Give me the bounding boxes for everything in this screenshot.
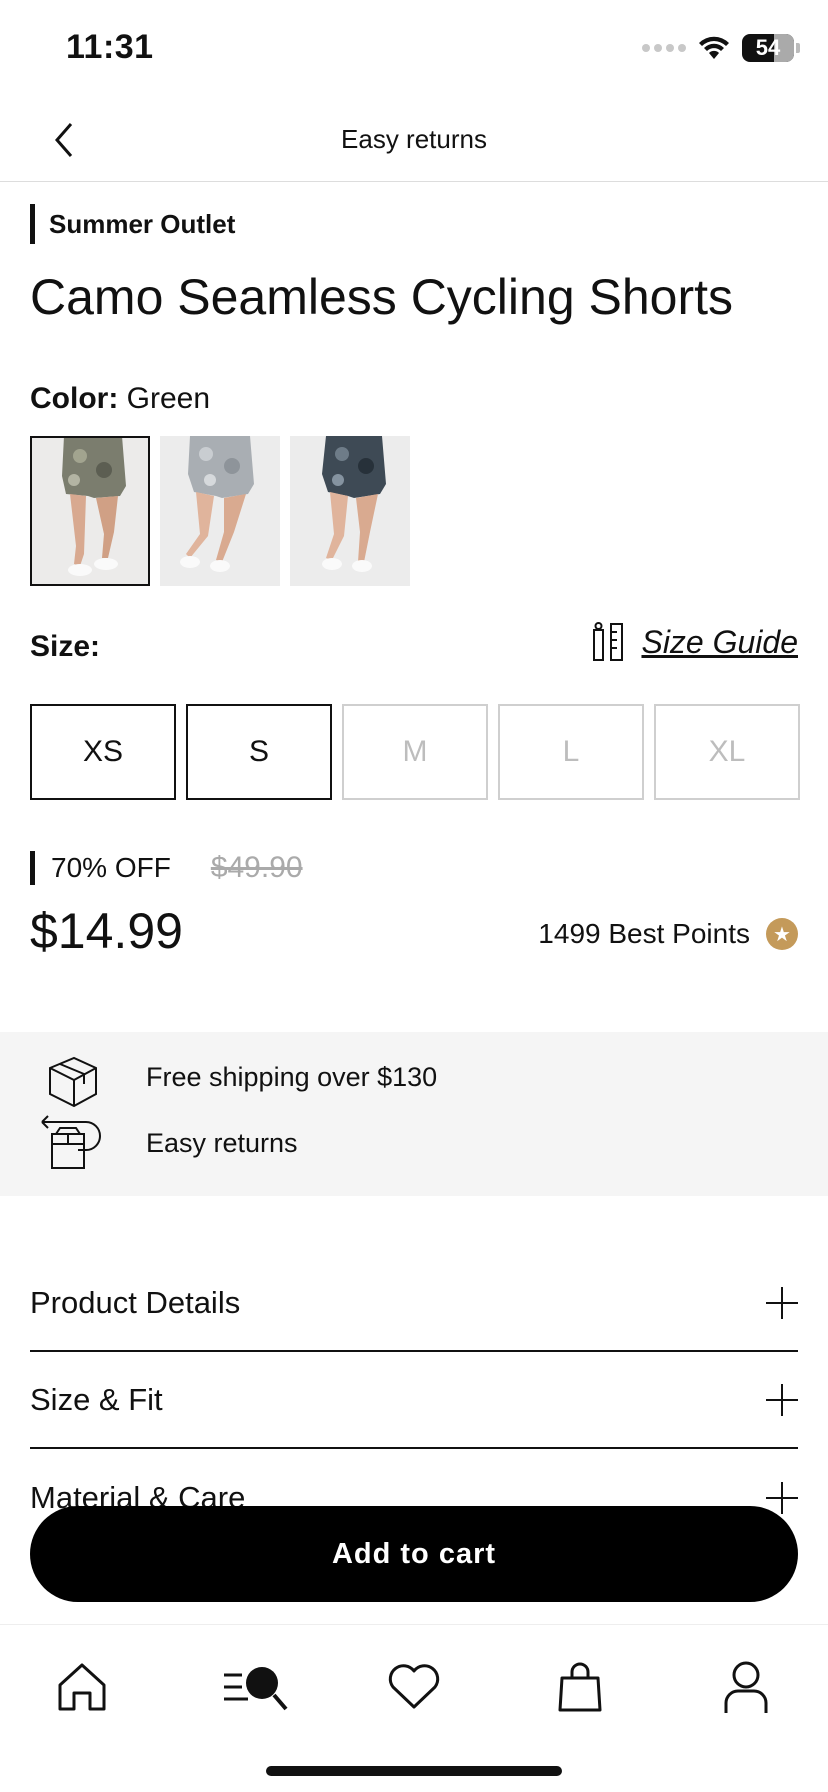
reward-points-label: 1499 Best Points — [538, 918, 750, 949]
wifi-icon — [699, 36, 729, 59]
tab-home[interactable] — [42, 1651, 122, 1723]
add-to-cart-button[interactable]: Add to cart — [30, 1506, 798, 1602]
tab-search[interactable] — [208, 1651, 304, 1723]
discount-label: 70% OFF — [51, 852, 171, 883]
size-option-m[interactable]: M — [342, 704, 488, 800]
tab-wishlist[interactable] — [374, 1651, 454, 1723]
reward-points: 1499 Best Points ★ — [538, 918, 798, 950]
size-guide-link[interactable]: Size Guide — [591, 622, 798, 662]
discount-marker — [30, 851, 35, 885]
battery-level: 54 — [755, 35, 781, 60]
status-icons: 54 — [642, 34, 800, 62]
home-icon — [58, 1663, 106, 1711]
discount-row: 70% OFF $49.90 — [30, 850, 303, 886]
original-price: $49.90 — [210, 851, 303, 884]
easy-returns-text: Easy returns — [146, 1128, 298, 1158]
size-options: XS S M L XL — [30, 704, 800, 800]
navigation-bar: Easy returns — [0, 100, 828, 182]
color-label-value: Green — [126, 382, 211, 415]
nav-title: Easy returns — [341, 124, 487, 154]
shipping-info-box: Free shipping over $130 Easy returns — [0, 1032, 828, 1196]
tab-account[interactable] — [706, 1651, 786, 1723]
color-label: Color: Green — [30, 382, 210, 416]
heart-icon — [388, 1664, 440, 1709]
home-indicator — [266, 1766, 562, 1776]
size-label: Size: — [30, 630, 101, 663]
cellular-signal-icon — [642, 44, 686, 52]
star-icon: ★ — [766, 918, 798, 950]
color-swatch-blue[interactable] — [290, 436, 410, 586]
plus-icon — [766, 1482, 798, 1514]
product-title: Camo Seamless Cycling Shorts — [30, 269, 734, 325]
package-icon — [49, 1056, 97, 1108]
size-option-xs[interactable]: XS — [30, 704, 176, 800]
ruler-icon — [593, 622, 624, 661]
battery-icon: 54 — [742, 34, 800, 62]
accordion-title: Size & Fit — [30, 1382, 163, 1417]
free-shipping-text: Free shipping over $130 — [146, 1062, 438, 1092]
tab-bag[interactable] — [540, 1651, 620, 1723]
accordion-size-fit[interactable]: Size & Fit — [30, 1353, 798, 1449]
color-swatch-green[interactable] — [30, 436, 150, 586]
return-box-icon — [41, 1115, 101, 1169]
accordion-title: Product Details — [30, 1285, 241, 1320]
bag-icon — [558, 1662, 602, 1712]
size-option-s[interactable]: S — [186, 704, 332, 800]
color-label-key: Color: — [30, 382, 119, 415]
size-guide-label: Size Guide — [641, 623, 798, 660]
accordion-product-details[interactable]: Product Details — [30, 1256, 798, 1352]
plus-icon — [766, 1384, 798, 1416]
status-bar: 11:31 54 — [0, 0, 828, 100]
size-option-xl[interactable]: XL — [654, 704, 800, 800]
color-swatches — [30, 436, 410, 586]
status-time: 11:31 — [66, 28, 154, 66]
plus-icon — [766, 1287, 798, 1319]
color-swatch-grey[interactable] — [160, 436, 280, 586]
collection-label: Summer Outlet — [30, 204, 235, 244]
size-option-l[interactable]: L — [498, 704, 644, 800]
search-icon — [224, 1667, 288, 1711]
user-icon — [724, 1661, 768, 1713]
sale-price: $14.99 — [30, 903, 183, 959]
